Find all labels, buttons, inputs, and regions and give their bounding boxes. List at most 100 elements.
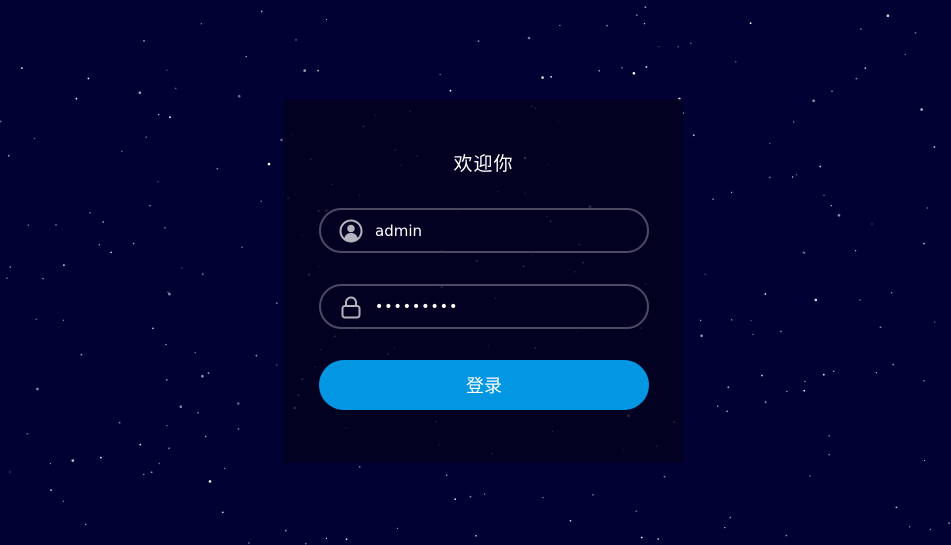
star	[904, 53, 906, 56]
star	[85, 523, 87, 526]
star	[260, 200, 262, 202]
star	[920, 108, 923, 111]
star	[780, 330, 782, 333]
star	[71, 459, 75, 462]
star	[303, 69, 307, 72]
star	[121, 150, 123, 152]
star	[26, 432, 29, 435]
star	[87, 77, 90, 80]
star	[145, 136, 147, 138]
star	[542, 497, 544, 499]
star	[208, 480, 212, 483]
star	[692, 134, 695, 137]
star	[35, 318, 38, 321]
star	[895, 506, 898, 509]
star	[181, 267, 183, 269]
star	[819, 165, 822, 168]
star	[63, 264, 65, 266]
lock-icon	[341, 296, 361, 319]
star	[948, 522, 950, 524]
star	[50, 489, 52, 491]
star	[484, 493, 486, 495]
password-field[interactable]	[319, 284, 649, 329]
star	[809, 475, 811, 477]
star	[139, 443, 142, 446]
star	[860, 28, 862, 31]
star	[598, 69, 601, 72]
star	[168, 447, 171, 450]
star	[640, 536, 643, 539]
star	[663, 475, 666, 478]
star	[822, 373, 825, 376]
star	[569, 519, 572, 522]
star	[237, 428, 240, 430]
star	[803, 389, 806, 392]
star	[475, 534, 477, 537]
star	[118, 421, 121, 424]
star	[267, 162, 271, 166]
star	[55, 224, 57, 226]
star	[197, 411, 199, 414]
star	[606, 24, 608, 27]
star	[167, 291, 169, 293]
star	[814, 298, 818, 302]
star	[449, 89, 452, 92]
star	[804, 380, 806, 382]
star	[169, 116, 171, 119]
star	[143, 473, 145, 476]
star	[717, 405, 719, 407]
star	[749, 22, 752, 25]
star	[110, 251, 112, 254]
star	[477, 40, 480, 42]
star	[541, 76, 544, 79]
username-input[interactable]	[375, 210, 625, 251]
star	[712, 198, 714, 201]
star	[201, 374, 204, 378]
star	[165, 378, 168, 381]
star	[7, 154, 10, 157]
star	[750, 320, 752, 322]
star	[700, 319, 702, 321]
star	[632, 72, 636, 75]
star	[21, 67, 23, 70]
star	[166, 425, 168, 427]
star	[100, 456, 102, 459]
star	[924, 459, 926, 462]
star	[62, 500, 64, 502]
star	[49, 463, 52, 465]
star	[36, 387, 39, 391]
star	[923, 242, 925, 245]
star	[6, 277, 8, 280]
star	[689, 42, 692, 45]
star	[248, 542, 250, 544]
login-panel: 欢迎你 登录	[284, 99, 683, 463]
star	[9, 266, 11, 268]
password-input[interactable]	[375, 286, 625, 327]
star	[276, 302, 278, 304]
star	[345, 538, 348, 541]
login-button[interactable]: 登录	[319, 360, 649, 410]
username-field[interactable]	[319, 208, 649, 253]
star	[859, 299, 861, 301]
star	[752, 333, 754, 335]
star	[42, 278, 44, 280]
star	[764, 293, 767, 295]
star	[923, 380, 925, 382]
star	[926, 207, 929, 209]
star	[803, 252, 806, 254]
star	[98, 244, 100, 246]
star	[9, 471, 11, 473]
star	[396, 527, 398, 530]
star	[276, 364, 278, 366]
star	[727, 386, 730, 389]
star	[179, 405, 183, 409]
star	[237, 402, 240, 405]
star	[166, 69, 168, 71]
star	[280, 138, 283, 142]
star	[635, 510, 638, 513]
star	[729, 516, 732, 519]
star	[245, 55, 247, 58]
star	[132, 242, 135, 245]
star	[527, 36, 531, 40]
star	[200, 23, 202, 25]
